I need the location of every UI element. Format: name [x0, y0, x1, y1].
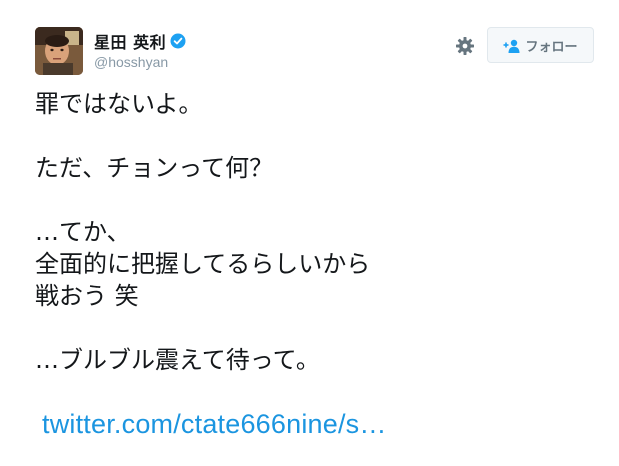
tweet-card: 星田 英利 @hosshyan フォロー 罪ではないよ。 ただ、チョンって何？ …: [0, 0, 619, 466]
display-name[interactable]: 星田 英利: [94, 29, 166, 53]
tweet-line-gap: [35, 120, 595, 152]
tweet-text: 罪ではないよ。 ただ、チョンって何？ …てか、 全面的に把握してるらしいから 戦…: [35, 88, 595, 444]
tweet-line-gap: [35, 184, 595, 216]
tweet-header: 星田 英利 @hosshyan フォロー: [35, 27, 595, 75]
tweet-line: …ブルブル震えて待って。: [35, 346, 320, 374]
tweet-link[interactable]: twitter.com/ctate666nine/s…: [42, 408, 387, 440]
tweet-line: …てか、: [35, 218, 131, 246]
tweet-line: ただ、チョンって何？: [35, 154, 274, 182]
add-user-icon: [503, 38, 521, 53]
avatar[interactable]: [35, 27, 83, 75]
tweet-line-gap: [35, 312, 595, 344]
user-info: 星田 英利 @hosshyan: [94, 30, 186, 70]
tweet-line: 戦おう 笑: [35, 282, 139, 310]
verified-badge-icon: [170, 33, 186, 49]
user-handle[interactable]: @hosshyan: [94, 54, 186, 70]
follow-label: フォロー: [525, 39, 578, 55]
tweet-line-gap: [35, 376, 595, 408]
tweet-line: 全面的に把握してるらしいから: [35, 250, 371, 278]
gear-icon[interactable]: [455, 36, 475, 56]
tweet-line: 罪ではないよ。: [35, 90, 203, 118]
follow-button[interactable]: フォロー: [487, 27, 594, 63]
